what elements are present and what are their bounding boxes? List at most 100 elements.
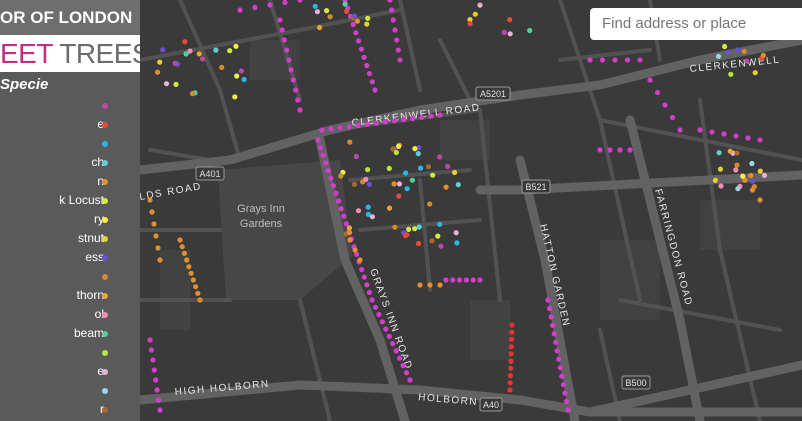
tree-marker[interactable] (177, 237, 183, 243)
tree-marker[interactable] (193, 284, 199, 290)
tree-marker[interactable] (390, 17, 396, 23)
tree-marker[interactable] (389, 7, 395, 13)
tree-marker[interactable] (752, 70, 758, 76)
tree-marker[interactable] (443, 277, 449, 283)
tree-marker[interactable] (394, 37, 400, 43)
tree-marker[interactable] (319, 127, 325, 133)
tree-marker[interactable] (286, 57, 292, 63)
legend-item[interactable]: n (0, 174, 140, 193)
tree-marker[interactable] (733, 133, 739, 139)
tree-marker[interactable] (507, 387, 513, 393)
tree-marker[interactable] (267, 2, 273, 8)
tree-marker[interactable] (364, 62, 370, 69)
tree-marker[interactable] (361, 274, 367, 280)
tree-marker[interactable] (416, 224, 422, 230)
legend-item[interactable] (0, 98, 140, 117)
tree-marker[interactable] (396, 143, 402, 149)
tree-marker[interactable] (457, 277, 463, 283)
tree-marker[interactable] (438, 243, 444, 249)
tree-marker[interactable] (153, 377, 159, 383)
tree-marker[interactable] (734, 162, 740, 168)
legend-item[interactable]: beam (0, 326, 140, 345)
tree-marker[interactable] (365, 15, 371, 21)
tree-marker[interactable] (157, 407, 163, 413)
tree-marker[interactable] (288, 67, 294, 73)
tree-marker[interactable] (352, 247, 358, 253)
tree-marker[interactable] (376, 311, 382, 318)
tree-marker[interactable] (238, 68, 244, 74)
tree-marker[interactable] (470, 277, 476, 283)
tree-marker[interactable] (232, 94, 238, 100)
tree-marker[interactable] (727, 148, 733, 154)
tree-marker[interactable] (757, 137, 763, 143)
tree-marker[interactable] (654, 89, 661, 96)
tree-marker[interactable] (341, 213, 347, 219)
tree-marker[interactable] (401, 117, 407, 123)
tree-marker[interactable] (445, 163, 451, 169)
tree-marker[interactable] (443, 184, 449, 190)
tree-marker[interactable] (607, 147, 613, 153)
tree-marker[interactable] (347, 237, 353, 243)
tree-marker[interactable] (612, 57, 618, 63)
tree-marker[interactable] (188, 270, 194, 276)
tree-marker[interactable] (427, 201, 433, 207)
tree-marker[interactable] (757, 168, 763, 174)
tree-marker[interactable] (393, 348, 399, 354)
tree-marker[interactable] (437, 112, 443, 118)
tree-marker[interactable] (397, 57, 403, 63)
tree-marker[interactable] (669, 114, 676, 121)
tree-marker[interactable] (369, 79, 375, 85)
tree-marker[interactable] (373, 120, 380, 126)
tree-marker[interactable] (718, 183, 724, 189)
tree-marker[interactable] (295, 97, 301, 103)
tree-marker[interactable] (149, 209, 155, 215)
tree-marker[interactable] (733, 167, 739, 173)
tree-marker[interactable] (557, 365, 563, 371)
tree-marker[interactable] (560, 382, 567, 388)
tree-marker[interactable] (406, 226, 412, 232)
tree-marker[interactable] (386, 333, 392, 339)
tree-marker[interactable] (172, 60, 178, 66)
tree-marker[interactable] (715, 53, 722, 59)
tree-marker[interactable] (157, 59, 163, 65)
tree-marker[interactable] (716, 150, 722, 156)
tree-marker[interactable] (196, 51, 202, 57)
tree-marker[interactable] (330, 183, 336, 189)
tree-marker[interactable] (508, 351, 514, 357)
tree-marker[interactable] (455, 182, 461, 188)
tree-marker[interactable] (507, 380, 513, 386)
tree-marker[interactable] (353, 30, 359, 36)
tree-marker[interactable] (472, 11, 478, 17)
tree-marker[interactable] (281, 37, 287, 43)
tree-marker[interactable] (501, 29, 507, 35)
tree-marker[interactable] (390, 341, 396, 347)
tree-marker[interactable] (757, 197, 763, 203)
tree-marker[interactable] (396, 193, 402, 199)
tree-marker[interactable] (369, 214, 375, 220)
tree-marker[interactable] (721, 131, 727, 137)
tree-marker[interactable] (355, 122, 361, 128)
tree-marker[interactable] (183, 51, 189, 57)
tree-marker[interactable] (277, 17, 283, 23)
tree-marker[interactable] (429, 238, 435, 244)
tree-marker[interactable] (546, 305, 553, 312)
tree-marker[interactable] (760, 52, 766, 58)
tree-marker[interactable] (312, 3, 318, 9)
tree-marker[interactable] (391, 181, 397, 187)
tree-marker[interactable] (507, 17, 513, 23)
tree-marker[interactable] (328, 175, 334, 181)
tree-marker[interactable] (324, 8, 330, 14)
tree-marker[interactable] (297, 107, 303, 113)
tree-marker[interactable] (412, 146, 418, 152)
tree-marker[interactable] (219, 64, 225, 70)
tree-marker[interactable] (745, 135, 751, 141)
tree-marker[interactable] (728, 71, 734, 77)
tree-marker[interactable] (395, 47, 401, 53)
tree-marker[interactable] (241, 76, 247, 83)
tree-marker[interactable] (279, 27, 285, 33)
search-input[interactable] (590, 8, 802, 40)
tree-marker[interactable] (233, 43, 239, 49)
tree-marker[interactable] (350, 21, 356, 28)
tree-marker[interactable] (293, 87, 299, 93)
tree-marker[interactable] (336, 198, 342, 204)
